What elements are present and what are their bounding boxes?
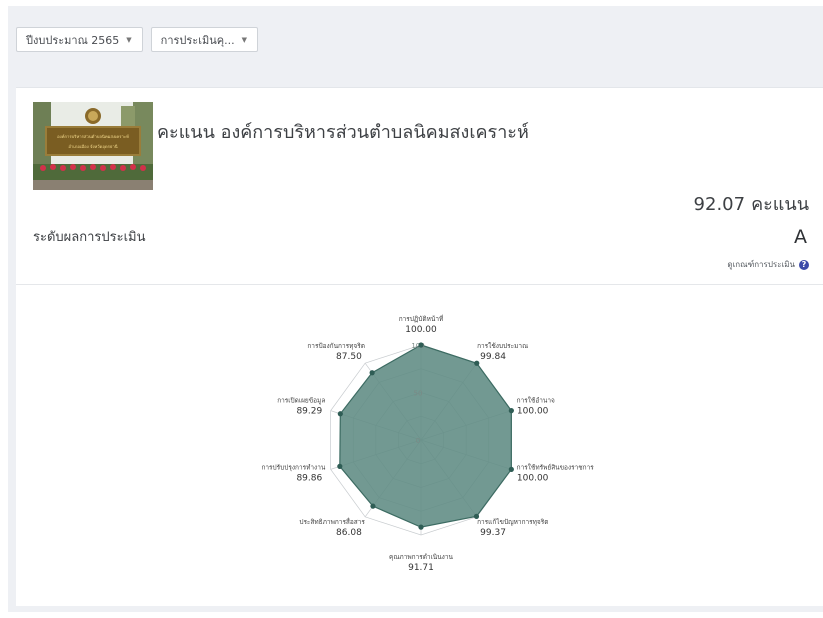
radar-data-area [339, 344, 512, 528]
caret-down-icon: ▼ [126, 35, 132, 44]
radar-axis-label: การป้องกันการทุจริต [307, 342, 365, 350]
fiscal-year-value: ปีงบประมาณ 2565 [26, 33, 120, 47]
radar-axis-label: การปรับปรุงการทำงาน [261, 464, 325, 472]
criteria-link-text: ดูเกณฑ์การประเมิน [727, 260, 795, 269]
radar-data-point [474, 360, 480, 366]
radar-chart: 050100การปฏิบัติหน้าที่100.00การใช้งบประ… [261, 314, 595, 573]
assessment-select[interactable]: การประเมินคุ... ▼ [150, 27, 258, 52]
organization-sign-photo: องค์การบริหารส่วนตำบลนิคมสงเคราะห์ อำเภอ… [33, 102, 153, 190]
assessment-value: การประเมินคุ... [160, 33, 235, 47]
radar-axis-label: การเปิดเผยข้อมูล [277, 396, 325, 404]
radar-value-label: 87.50 [336, 352, 362, 362]
question-circle-icon: ? [799, 259, 809, 270]
radar-data-point [337, 463, 343, 469]
radar-axis-label: ประสิทธิภาพการสื่อสาร [299, 517, 365, 526]
radar-axis-label: คุณภาพการดำเนินงาน [389, 553, 453, 561]
radar-tick-label: 50 [414, 390, 423, 398]
radar-tick-label: 0 [416, 437, 420, 445]
radar-data-point [418, 524, 424, 530]
filter-bar: ปีงบประมาณ 2565 ▼ การประเมินคุ... ▼ [16, 27, 258, 52]
radar-axis-label: การใช้งบประมาณ [477, 342, 528, 350]
grade-value: A [794, 226, 807, 248]
radar-data-point [370, 503, 376, 509]
assessment-level-label: ระดับผลการประเมิน [33, 230, 146, 245]
radar-value-label: 100.00 [405, 325, 437, 335]
radar-axis-label: การปฏิบัติหน้าที่ [399, 314, 444, 323]
radar-value-label: 100.00 [517, 474, 549, 484]
radar-data-point [337, 411, 343, 417]
criteria-link[interactable]: ดูเกณฑ์การประเมิน ? [727, 258, 809, 271]
radar-data-point [369, 370, 375, 376]
radar-data-point [418, 342, 424, 348]
radar-value-label: 100.00 [517, 406, 549, 416]
radar-data-point [508, 466, 514, 472]
radar-axis-label: การใช้อำนาจ [517, 396, 555, 404]
total-score: 92.07 คะแนน [694, 189, 809, 218]
radar-value-label: 89.29 [296, 406, 322, 416]
radar-value-label: 91.71 [408, 563, 434, 573]
radar-value-label: 86.08 [336, 528, 362, 538]
organization-title: คะแนน องค์การบริหารส่วนตำบลนิคมสงเคราะห์ [157, 122, 529, 143]
score-unit: คะแนน [751, 194, 809, 215]
sign-text-line1: องค์การบริหารส่วนตำบลนิคมสงเคราะห์ [57, 134, 129, 139]
caret-down-icon: ▼ [241, 35, 247, 44]
fiscal-year-select[interactable]: ปีงบประมาณ 2565 ▼ [16, 27, 143, 52]
radar-axis-label: การแก้ไขปัญหาการทุจริต [477, 518, 548, 526]
radar-value-label: 99.84 [480, 352, 506, 362]
radar-value-label: 89.86 [296, 474, 322, 484]
radar-data-point [508, 408, 514, 414]
score-card: องค์การบริหารส่วนตำบลนิคมสงเคราะห์ อำเภอ… [16, 87, 823, 606]
radar-value-label: 99.37 [480, 528, 506, 538]
radar-axis-label: การใช้ทรัพย์สินของราชการ [517, 464, 595, 472]
score-value: 92.07 [693, 194, 746, 215]
